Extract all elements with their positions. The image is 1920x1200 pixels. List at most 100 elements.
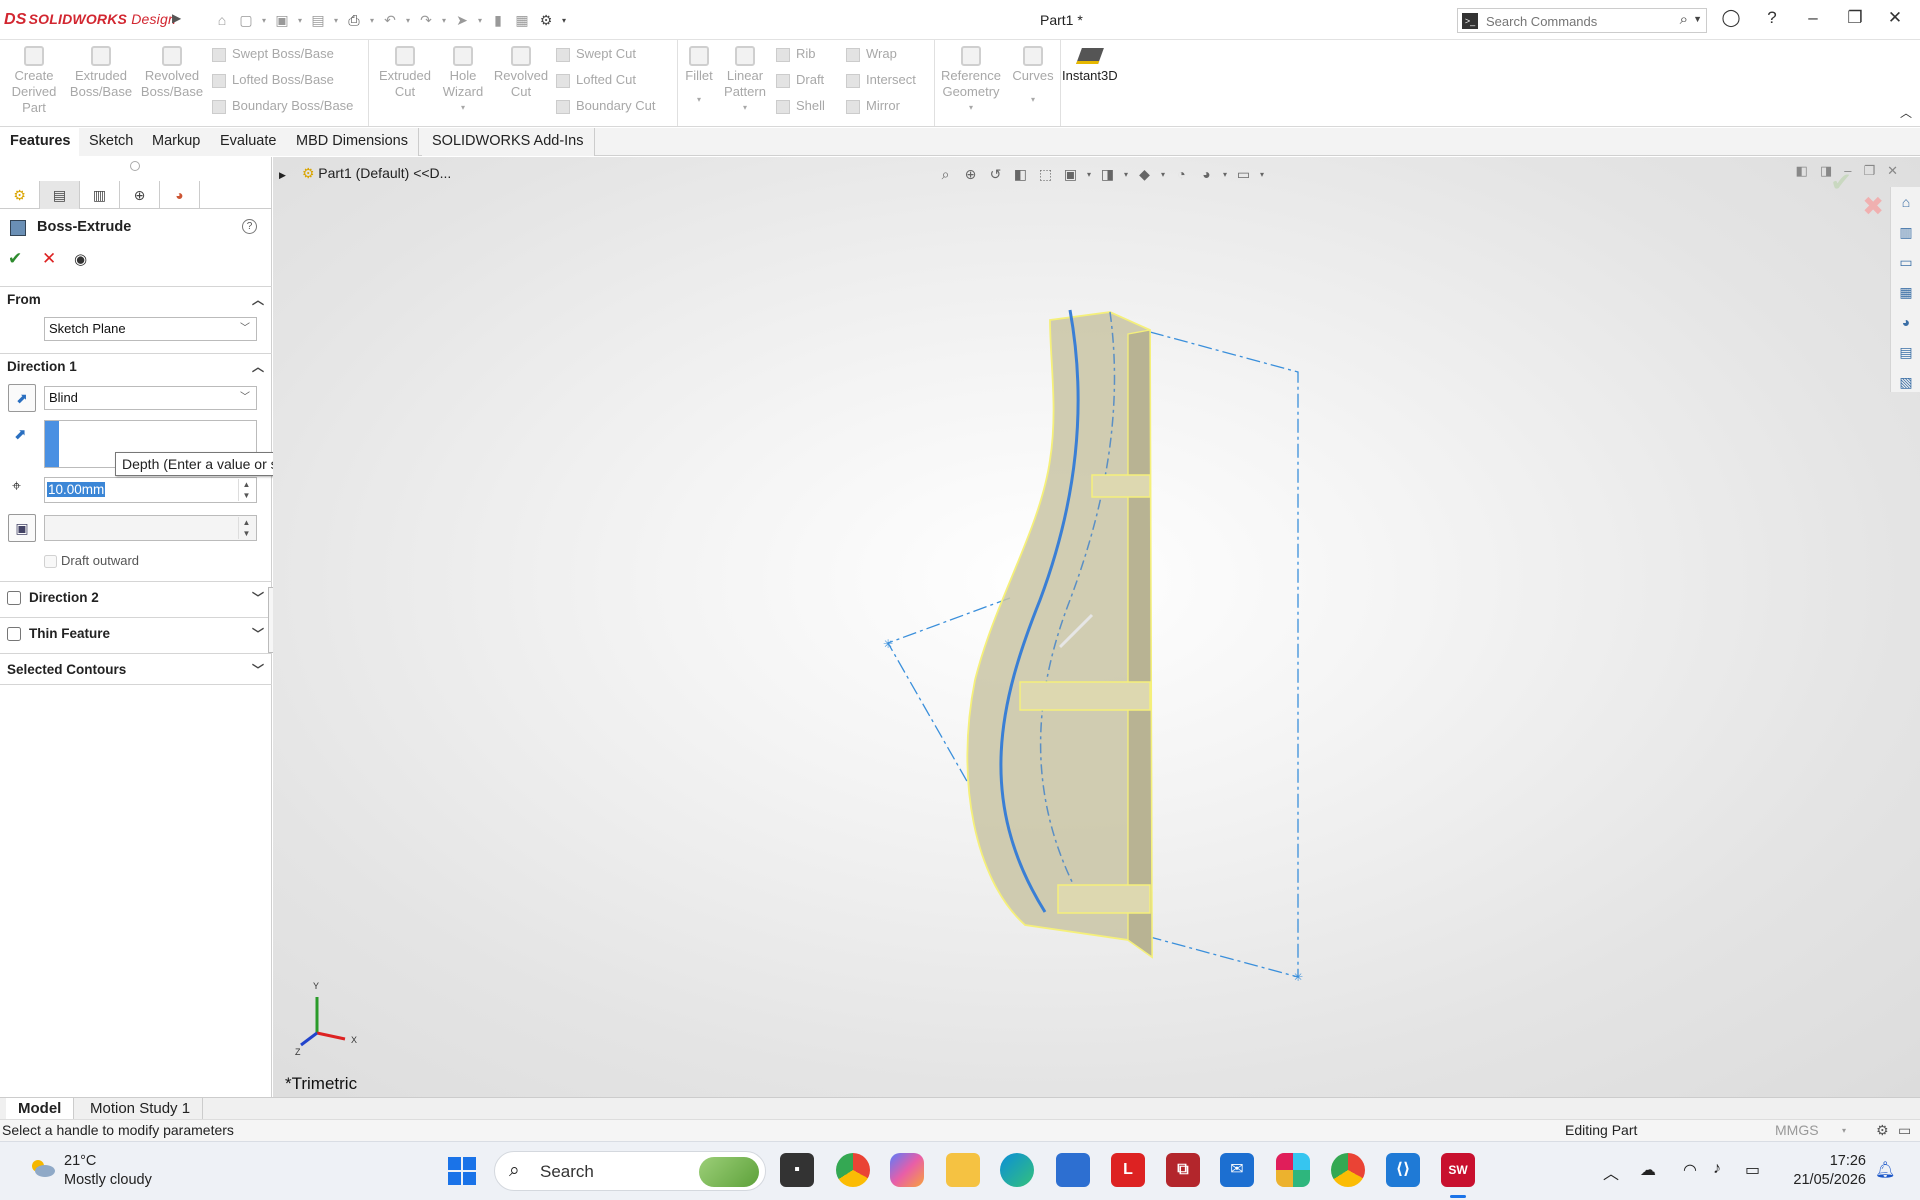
from-section-header[interactable]: From ︿	[0, 286, 272, 312]
collapse-ribbon-icon[interactable]: ︿	[1900, 104, 1912, 121]
wrap-button[interactable]: Wrap	[846, 44, 897, 64]
minimize-icon[interactable]: –	[1800, 8, 1826, 28]
select-icon[interactable]: ➤	[450, 12, 474, 29]
onedrive-offline-icon[interactable]: ☁	[1640, 1160, 1656, 1180]
configuration-manager-tab[interactable]: ▥	[80, 181, 120, 209]
extruded-boss-button[interactable]: Extruded Boss/Base	[68, 46, 134, 100]
save-icon[interactable]: ▤	[306, 12, 330, 29]
draft-angle-spinbox[interactable]: ▲ ▼	[44, 515, 257, 541]
reverse-direction-icon[interactable]: ⬈	[8, 384, 36, 412]
home-icon[interactable]: ⌂	[210, 12, 234, 28]
help-icon[interactable]: ?	[1759, 8, 1785, 28]
tab-evaluate[interactable]: Evaluate	[210, 128, 288, 156]
close-icon[interactable]: ✕	[1882, 8, 1908, 28]
wifi-icon[interactable]: ◠	[1683, 1160, 1697, 1180]
edge-icon[interactable]	[1000, 1153, 1034, 1187]
shell-button[interactable]: Shell	[776, 96, 825, 116]
options-gear-icon[interactable]: ⚙	[534, 12, 558, 29]
tab-features[interactable]: Features	[0, 128, 82, 156]
help-icon[interactable]: ?	[242, 219, 257, 234]
thin-feature-checkbox[interactable]	[7, 627, 21, 642]
mirror-button[interactable]: Mirror	[846, 96, 900, 116]
taskbar-search-box[interactable]: ⌕ Search	[494, 1151, 766, 1191]
solidworks-logo[interactable]: DS SOLIDWORKS Design	[4, 11, 176, 29]
hole-wizard-button[interactable]: Hole Wizard ▾	[436, 46, 490, 116]
outlook-icon[interactable]: ✉	[1220, 1153, 1254, 1187]
fillet-button[interactable]: Fillet ▾	[680, 46, 718, 108]
search-commands-input[interactable]	[1486, 12, 1666, 30]
revolved-boss-button[interactable]: Revolved Boss/Base	[139, 46, 205, 100]
property-manager-tab[interactable]: ▤	[40, 181, 80, 209]
boundary-boss-button[interactable]: Boundary Boss/Base	[212, 96, 353, 116]
print-icon[interactable]: ⎙	[342, 12, 366, 29]
graphics-area[interactable]: ▶ ⚙ Part1 (Default) <<D... ⌕ ⊕ ↺ ◧ ⬚ ▣ ▾ …	[273, 157, 1920, 1097]
task-view-icon[interactable]: ▪	[780, 1153, 814, 1187]
display-manager-tab[interactable]: ◕	[160, 181, 200, 209]
customize-status-icon[interactable]: ▭	[1898, 1120, 1911, 1141]
tab-model[interactable]: Model	[6, 1098, 75, 1120]
l-app-icon[interactable]: L	[1111, 1153, 1145, 1187]
create-derived-part-button[interactable]: Create Derived Part	[6, 46, 62, 116]
extrude-preview-model[interactable]: ✳ ✳	[273, 157, 1920, 1097]
system-clock[interactable]: 17:26 21/05/2026	[1780, 1152, 1866, 1190]
solidworks-taskbar-icon[interactable]: SW	[1441, 1153, 1475, 1187]
draft-button[interactable]: Draft	[776, 70, 824, 90]
pdf-app-icon[interactable]: ⧉	[1166, 1153, 1200, 1187]
from-combo[interactable]: Sketch Plane ﹀	[44, 317, 257, 341]
battery-icon[interactable]: ▭	[1745, 1160, 1760, 1180]
spin-arrows[interactable]: ▲ ▼	[238, 517, 254, 539]
tab-motion-study[interactable]: Motion Study 1	[78, 1098, 204, 1120]
rebuild-icon[interactable]: ▮	[486, 12, 510, 29]
rib-button[interactable]: Rib	[776, 44, 816, 64]
linear-pattern-button[interactable]: Linear Pattern ▾	[718, 46, 772, 116]
intersect-button[interactable]: Intersect	[846, 70, 916, 90]
slack-icon[interactable]	[1276, 1153, 1310, 1187]
cancel-x-icon[interactable]: ✕	[42, 249, 56, 269]
selected-contours-section-header[interactable]: Selected Contours ﹀	[0, 653, 272, 685]
tab-sketch[interactable]: Sketch	[79, 128, 145, 156]
spin-arrows[interactable]: ▲ ▼	[238, 479, 254, 501]
menu-expand-icon[interactable]: ▶	[172, 11, 181, 25]
vscode-icon[interactable]: ⟨⟩	[1386, 1153, 1420, 1187]
search-icon[interactable]: ⌕	[1680, 11, 1688, 28]
curves-button[interactable]: Curves ▾	[1008, 46, 1058, 108]
direction2-checkbox[interactable]	[7, 591, 21, 606]
draft-outward-checkbox[interactable]: Draft outward	[44, 553, 139, 569]
direction1-section-header[interactable]: Direction 1 ︿	[0, 353, 272, 379]
volume-icon[interactable]: ♪	[1713, 1160, 1721, 1178]
tab-mbd-dimensions[interactable]: MBD Dimensions	[286, 128, 419, 156]
end-condition-combo[interactable]: Blind ﹀	[44, 386, 257, 410]
chrome-icon[interactable]	[836, 1153, 870, 1187]
lofted-cut-button[interactable]: Lofted Cut	[556, 70, 636, 90]
depth-spinbox[interactable]: 10.00mm ▲ ▼	[44, 477, 257, 503]
reference-geometry-button[interactable]: Reference Geometry ▾	[938, 46, 1004, 116]
ok-check-icon[interactable]: ✔	[8, 249, 22, 269]
thin-feature-section-header[interactable]: Thin Feature ﹀	[0, 617, 272, 649]
draft-toggle-icon[interactable]: ▣	[8, 514, 36, 542]
windows-start-button[interactable]	[448, 1157, 476, 1185]
unit-system-selector[interactable]: MMGS	[1775, 1120, 1819, 1141]
rebuild-status-icon[interactable]: ⚙	[1876, 1120, 1889, 1141]
search-dropdown-icon[interactable]: ▼	[1693, 14, 1702, 24]
depth-value[interactable]: 10.00mm	[47, 482, 106, 497]
dimxpert-manager-tab[interactable]: ⊕	[120, 181, 160, 209]
tab-markup[interactable]: Markup	[142, 128, 212, 156]
swept-cut-button[interactable]: Swept Cut	[556, 44, 636, 64]
user-account-icon[interactable]: ◯	[1718, 8, 1744, 28]
undo-icon[interactable]: ↶	[378, 12, 402, 29]
revolved-cut-button[interactable]: Revolved Cut	[492, 46, 550, 100]
open-document-icon[interactable]: ▣	[270, 12, 294, 29]
show-hidden-icons-chevron[interactable]: ︿	[1603, 1160, 1619, 1184]
copilot-icon[interactable]	[890, 1153, 924, 1187]
instant3d-button[interactable]: Instant3D	[1062, 48, 1118, 83]
swept-boss-button[interactable]: Swept Boss/Base	[212, 44, 334, 64]
chrome-profile-icon[interactable]	[1331, 1153, 1365, 1187]
new-document-icon[interactable]: ▢	[234, 12, 258, 29]
file-explorer-icon[interactable]	[946, 1153, 980, 1187]
notifications-bell-icon[interactable]: 🔔︎	[1875, 1160, 1895, 1180]
direction2-section-header[interactable]: Direction 2 ﹀	[0, 581, 272, 613]
tab-solidworks-addins[interactable]: SOLIDWORKS Add-Ins	[422, 128, 595, 156]
feature-manager-tab[interactable]: ⚙	[0, 181, 40, 209]
panel-grip[interactable]	[130, 161, 140, 171]
redo-icon[interactable]: ↷	[414, 12, 438, 29]
